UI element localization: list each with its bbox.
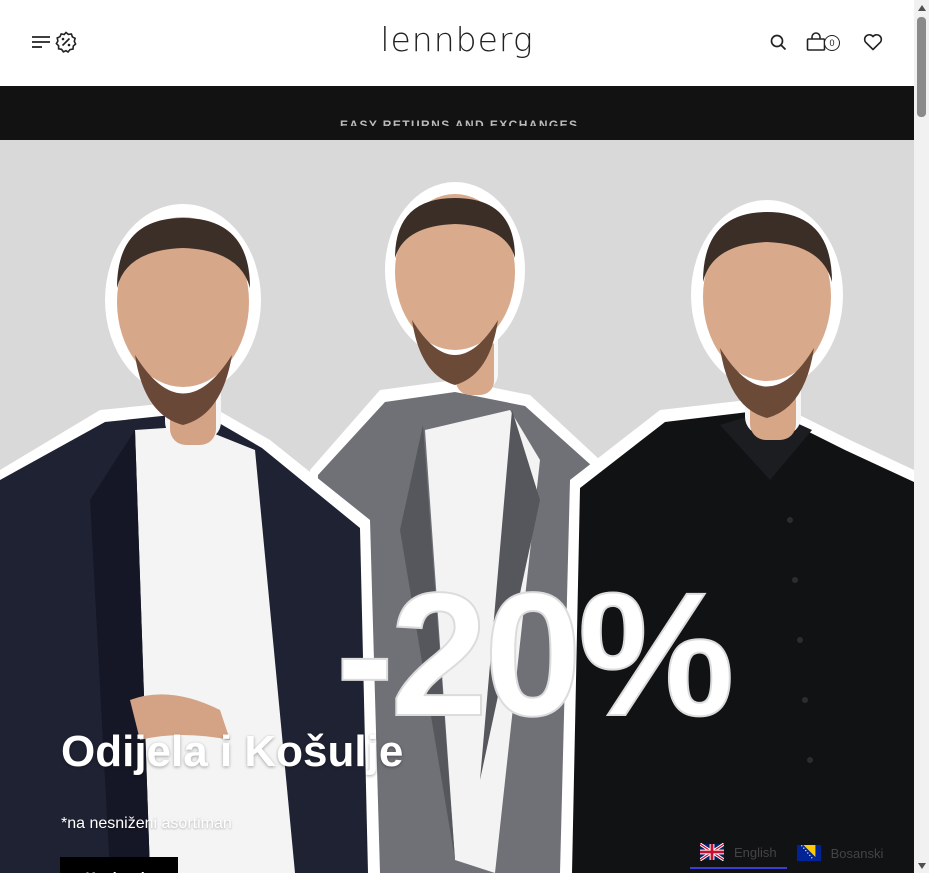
shopping-bag-icon <box>806 32 826 51</box>
cart-button[interactable]: 0 <box>806 31 842 53</box>
model-right <box>560 200 914 873</box>
language-label-english: English <box>734 844 777 860</box>
cart-count-badge: 0 <box>824 35 840 51</box>
language-switcher: English Bosanski <box>690 836 893 870</box>
scroll-down-button[interactable] <box>914 858 929 873</box>
hero-banner[interactable]: -20% Odijela i Košulje *na nesniženi aso… <box>0 140 914 873</box>
language-label-bosanski: Bosanski <box>830 845 884 861</box>
search-icon <box>770 34 786 50</box>
site-header: lennberg 0 <box>0 0 914 86</box>
wishlist-button[interactable] <box>862 31 884 53</box>
search-button[interactable] <box>768 31 788 53</box>
hero-discount-text: -20% <box>336 557 731 753</box>
uk-flag-icon <box>700 843 724 861</box>
hero-subtitle: *na nesniženi asortiman <box>61 815 232 832</box>
scrollbar-thumb[interactable] <box>917 17 926 117</box>
arrow-up-icon <box>917 4 926 11</box>
arrow-down-icon <box>917 862 926 869</box>
announcement-text: EASY RETURNS AND EXCHANGES <box>340 118 579 126</box>
shop-now-button[interactable]: Kupi sada <box>60 857 178 873</box>
scroll-up-button[interactable] <box>914 0 929 15</box>
page: lennberg 0 EASY RETURNS AND EXCHANGES -2… <box>0 0 914 873</box>
announcement-bar: EASY RETURNS AND EXCHANGES <box>0 86 914 140</box>
language-option-bosanski[interactable]: Bosanski <box>787 838 894 868</box>
page-scrollbar[interactable] <box>914 0 929 873</box>
hero-title: Odijela i Košulje <box>61 727 404 776</box>
language-option-english[interactable]: English <box>690 837 787 869</box>
bosnia-flag-icon <box>796 845 821 861</box>
heart-icon <box>863 33 883 51</box>
header-actions: 0 <box>768 31 884 53</box>
